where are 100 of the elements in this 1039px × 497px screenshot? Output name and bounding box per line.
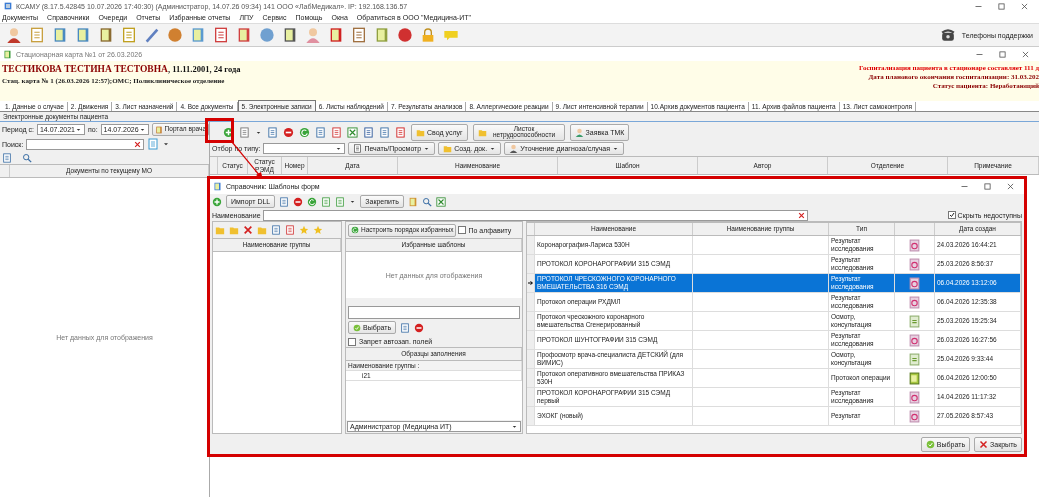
document-icon [271, 225, 281, 235]
person-icon [574, 127, 584, 137]
caret-icon[interactable] [489, 145, 497, 152]
book-icon [328, 27, 344, 43]
report-icon [908, 276, 921, 290]
report-icon [908, 390, 921, 404]
folder-icon [477, 127, 487, 137]
book-icon [190, 27, 206, 43]
caret-icon[interactable] [335, 145, 343, 152]
book-icon [52, 27, 68, 43]
report-icon [908, 333, 921, 347]
search-icon[interactable] [421, 196, 432, 207]
report-icon [908, 257, 921, 271]
maximize-icon[interactable] [997, 1, 1006, 11]
row-pointer-icon [527, 280, 534, 286]
form-icon [908, 352, 921, 366]
search-icon[interactable] [22, 152, 32, 163]
checkbox[interactable] [348, 337, 356, 346]
document-icon [351, 27, 367, 43]
close-icon[interactable] [1021, 49, 1030, 59]
close-icon[interactable] [243, 225, 253, 235]
checkbox[interactable] [458, 226, 467, 234]
form-icon [908, 314, 921, 328]
document-icon [147, 138, 160, 150]
book-icon [282, 27, 298, 43]
add-icon[interactable] [223, 126, 234, 138]
refresh-icon[interactable] [351, 226, 359, 234]
document-icon [239, 126, 250, 138]
spreadsheet-icon[interactable] [347, 126, 358, 138]
document-icon [213, 27, 229, 43]
add-icon[interactable] [212, 196, 222, 207]
caret-icon[interactable] [75, 126, 82, 133]
book-icon [154, 125, 163, 134]
document-icon [2, 152, 12, 163]
close-icon[interactable] [1020, 1, 1029, 11]
close-icon[interactable] [1006, 182, 1015, 191]
highlight-frame [205, 118, 234, 143]
ball-icon [167, 27, 183, 43]
app-icon [4, 2, 12, 10]
caret-icon[interactable] [138, 126, 146, 133]
pen-icon [144, 27, 160, 43]
caret-icon[interactable] [511, 423, 518, 430]
book-icon [75, 27, 91, 43]
folder-icon [443, 144, 453, 153]
check-icon[interactable] [925, 439, 935, 449]
book-icon [236, 27, 252, 43]
book-icon [3, 49, 12, 59]
maximize-icon[interactable] [983, 182, 992, 191]
close-icon[interactable] [979, 439, 989, 449]
name-field[interactable] [262, 209, 808, 221]
text-field[interactable] [348, 306, 520, 319]
lock-icon [420, 27, 436, 43]
book-icon [908, 371, 921, 385]
book-icon [407, 196, 418, 207]
document-icon [353, 144, 363, 153]
person-icon [305, 27, 321, 43]
ball-icon [259, 27, 275, 43]
document-icon [315, 126, 326, 138]
close-icon[interactable] [134, 140, 142, 148]
maximize-icon[interactable] [998, 49, 1007, 59]
report-icon [908, 238, 921, 252]
caret-icon[interactable] [162, 140, 171, 148]
document-icon [29, 27, 45, 43]
document-icon [379, 126, 390, 138]
folder-icon [257, 225, 267, 235]
check-icon[interactable] [353, 323, 361, 332]
document-icon [321, 196, 332, 207]
document-icon [331, 126, 342, 138]
document-icon [363, 126, 374, 138]
book-icon [374, 27, 390, 43]
ball-icon [397, 27, 413, 43]
report-icon [908, 409, 921, 423]
refresh-icon[interactable] [299, 126, 310, 138]
document-icon [267, 126, 278, 138]
document-icon [395, 126, 406, 138]
delete-icon[interactable] [283, 126, 294, 138]
folder-icon [416, 127, 425, 137]
document-icon [335, 196, 346, 207]
document-icon [279, 196, 290, 207]
patient-line: ТЕСТИКОВА ТЕСТИНА ТЕСТОВНА, 11.11.2001, 24 года [2, 64, 241, 74]
refresh-icon[interactable] [307, 196, 318, 207]
book-icon [98, 27, 114, 43]
caret-icon[interactable] [612, 145, 620, 152]
checkbox[interactable] [947, 211, 956, 219]
report-icon [908, 295, 921, 309]
delete-icon[interactable] [293, 196, 304, 207]
document-icon [121, 27, 137, 43]
document-icon [285, 225, 295, 235]
caret-icon[interactable] [423, 145, 431, 152]
delete-icon[interactable] [414, 322, 425, 333]
type-filter-field[interactable] [263, 143, 346, 154]
caret-icon[interactable] [349, 198, 357, 205]
star-icon [299, 225, 309, 235]
close-icon[interactable] [797, 211, 805, 219]
spreadsheet-icon[interactable] [435, 196, 446, 207]
person-icon [509, 144, 519, 153]
person-icon [6, 27, 22, 43]
search-field[interactable] [26, 138, 145, 150]
phone-icon [940, 28, 955, 42]
document-icon [400, 322, 411, 333]
